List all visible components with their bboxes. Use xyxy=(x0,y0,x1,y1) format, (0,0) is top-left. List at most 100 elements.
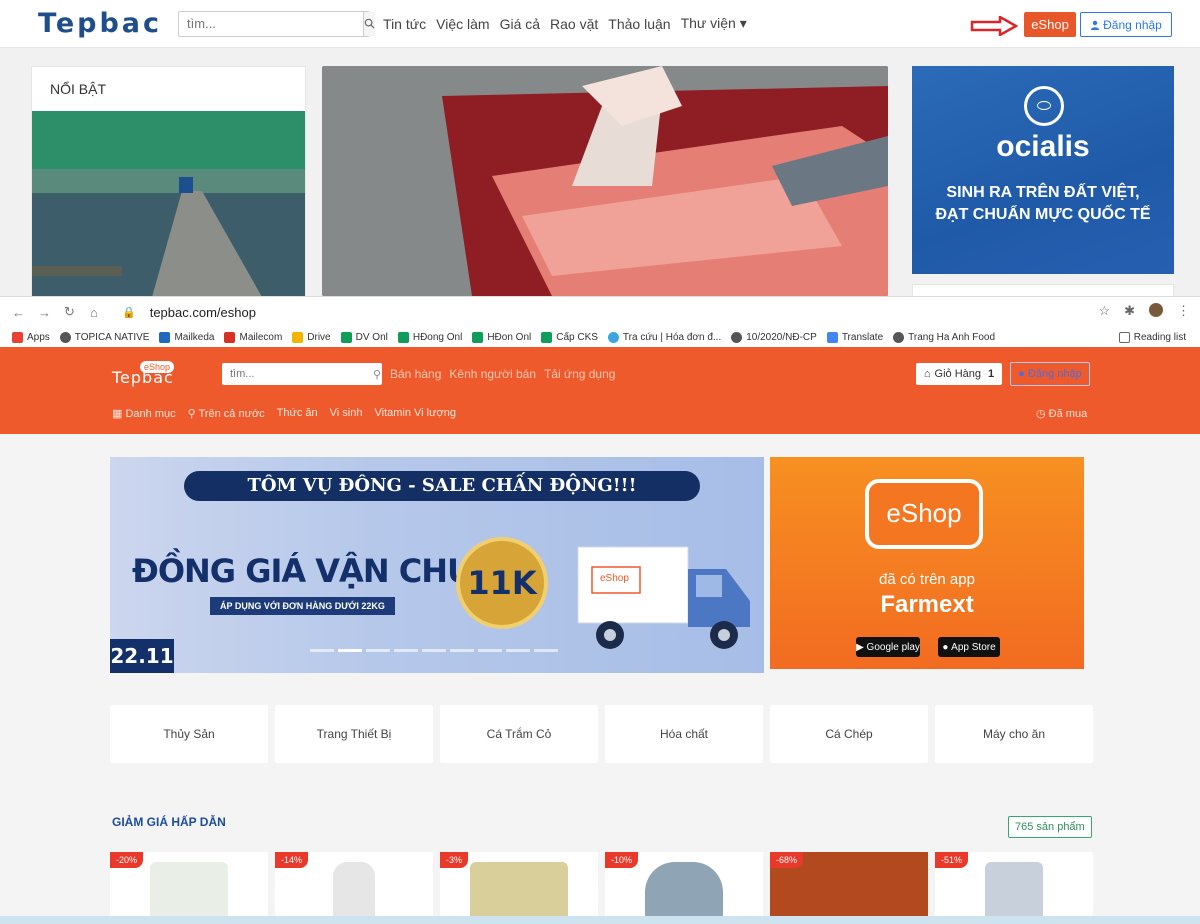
category-ca-chep[interactable]: Cá Chép xyxy=(770,705,928,763)
orders-link[interactable]: ◷ Đã mua xyxy=(1036,407,1087,420)
search-icon[interactable]: ⚲ xyxy=(372,368,382,381)
hero-image-fish-fillet[interactable] xyxy=(322,66,888,296)
login-button[interactable]: Đăng nhập xyxy=(1080,12,1172,37)
site-logo[interactable]: Tepbac xyxy=(38,8,162,39)
bookmark-dv-onl[interactable]: DV Onl xyxy=(340,332,388,343)
product-card[interactable]: -3% xyxy=(440,852,598,924)
carousel-dot[interactable] xyxy=(422,649,446,652)
product-card[interactable]: -20% xyxy=(110,852,268,924)
nav-thu-vien[interactable]: Thư viện ▾ xyxy=(681,15,747,32)
discount-badge: -20% xyxy=(110,852,144,868)
login-label: Đăng nhập xyxy=(1103,17,1162,32)
star-icon[interactable]: ☆ xyxy=(1098,303,1110,319)
product-card[interactable]: -51% xyxy=(935,852,1093,924)
profile-avatar[interactable] xyxy=(1149,303,1163,317)
bookmark-translate[interactable]: Translate xyxy=(826,332,883,343)
promo-available-text: đã có trên app xyxy=(879,571,975,588)
apple-icon: ● xyxy=(942,641,949,653)
product-card[interactable]: -68% xyxy=(770,852,928,924)
eshop-category-menu: ▦ Danh mục ⚲ Trên cả nước Thức ăn Vi sin… xyxy=(112,407,456,420)
carousel-dot[interactable] xyxy=(394,649,418,652)
globe-icon xyxy=(59,332,71,343)
bookmark-tra-cuu[interactable]: Tra cứu | Hóa đơn đ... xyxy=(607,332,721,343)
category-may-cho-an[interactable]: Máy cho ăn xyxy=(935,705,1093,763)
carousel-indicators[interactable] xyxy=(310,649,558,652)
bookmark-hdong-onl[interactable]: HĐong Onl xyxy=(397,332,462,343)
nav-kenh-nguoi-ban[interactable]: Kênh người bán xyxy=(449,367,536,381)
drive-icon xyxy=(292,332,304,343)
carousel-dot[interactable] xyxy=(478,649,502,652)
price-coin: 11K xyxy=(456,537,548,629)
bookmark-drive[interactable]: Drive xyxy=(292,332,331,343)
menu-tren-ca-nuoc[interactable]: ⚲ Trên cả nước xyxy=(188,407,265,420)
grid-icon xyxy=(12,332,23,343)
bookmark-trang-ha-anh[interactable]: Trang Ha Anh Food xyxy=(893,332,995,343)
nav-tin-tuc[interactable]: Tin tức xyxy=(383,16,426,32)
gmail-icon xyxy=(224,332,236,343)
category-trang-thiet-bi[interactable]: Trang Thiết Bị xyxy=(275,705,433,763)
cloud-icon xyxy=(607,332,619,343)
site-search-input[interactable] xyxy=(179,16,364,31)
product-grid: -20% -14% -3% -10% -68% -51% xyxy=(110,852,1093,924)
carousel-dot[interactable] xyxy=(310,649,334,652)
ad-ocialis[interactable]: ⬭ ocialis SINH RA TRÊN ĐẤT VIỆT, ĐẠT CHU… xyxy=(912,66,1174,274)
ad-line-1: SINH RA TRÊN ĐẤT VIỆT, xyxy=(946,184,1140,201)
bookmark-topica[interactable]: TOPICA NATIVE xyxy=(59,332,149,343)
category-hoa-chat[interactable]: Hóa chất xyxy=(605,705,763,763)
nav-viec-lam[interactable]: Việc làm xyxy=(436,16,489,32)
nav-thao-luan[interactable]: Thảo luận xyxy=(608,16,670,32)
cart-button[interactable]: ⌂ Giỏ Hàng 1 xyxy=(916,363,1002,385)
carousel-dot-active[interactable] xyxy=(338,649,362,652)
back-icon[interactable]: ← xyxy=(12,305,26,320)
category-ca-tram-co[interactable]: Cá Trắm Cỏ xyxy=(440,705,598,763)
home-icon[interactable]: ⌂ xyxy=(90,305,104,320)
menu-danh-muc[interactable]: ▦ Danh mục xyxy=(112,407,176,420)
forward-icon[interactable]: → xyxy=(38,305,52,320)
nav-ban-hang[interactable]: Bán hàng xyxy=(390,367,441,381)
category-thuy-san[interactable]: Thủy Sản xyxy=(110,705,268,763)
google-play-button[interactable]: ▶ Google play xyxy=(856,637,920,657)
discount-badge: -10% xyxy=(605,852,639,868)
arrow-right-icon xyxy=(970,16,1018,36)
eshop-search-input[interactable] xyxy=(222,368,372,380)
mail-icon xyxy=(159,332,171,343)
bookmark-cap-cks[interactable]: Cấp CKS xyxy=(541,332,598,343)
search-icon[interactable] xyxy=(363,11,376,36)
bookmark-reading-list[interactable]: Reading list xyxy=(1118,332,1186,343)
carousel-dot[interactable] xyxy=(450,649,474,652)
menu-vitamin[interactable]: Vitamin Vi lượng xyxy=(375,407,456,420)
address-bar: ← → ↻ ⌂ 🔒 tepbac.com/eshop ☆ ✱ ⋮ xyxy=(0,297,1200,327)
nav-tai-ung-dung[interactable]: Tải ứng dụng xyxy=(544,367,615,381)
bookmark-nd-cp[interactable]: 10/2020/NĐ-CP xyxy=(731,332,817,343)
sale-banner[interactable]: TÔM VỤ ĐÔNG - SALE CHẤN ĐỘNG!!! ĐỒNG GIÁ… xyxy=(110,457,764,673)
bookmark-mailecom[interactable]: Mailecom xyxy=(224,332,282,343)
lock-icon[interactable]: 🔒 xyxy=(122,306,136,319)
sale-section-heading: GIẢM GIÁ HẤP DẪN xyxy=(112,815,226,829)
menu-icon[interactable]: ⋮ xyxy=(1177,303,1190,319)
discount-badge: -68% xyxy=(770,852,804,868)
eshop-login-button[interactable]: ● Đăng nhập xyxy=(1010,362,1090,386)
bookmark-hdon-onl[interactable]: HĐon Onl xyxy=(472,332,531,343)
translate-icon xyxy=(826,332,838,343)
featured-card[interactable]: NỔI BẬT xyxy=(31,66,306,297)
bookmark-apps[interactable]: Apps xyxy=(12,332,50,343)
bookmark-mailkeda[interactable]: Mailkeda xyxy=(159,332,214,343)
product-card[interactable]: -10% xyxy=(605,852,763,924)
nav-gia-ca[interactable]: Giá cả xyxy=(500,16,540,32)
site-search-box xyxy=(178,10,376,37)
url-text[interactable]: tepbac.com/eshop xyxy=(150,305,256,320)
carousel-dot[interactable] xyxy=(366,649,390,652)
app-promo-banner[interactable]: eShop đã có trên app Farmext ▶ Google pl… xyxy=(770,457,1084,669)
carousel-dot[interactable] xyxy=(534,649,558,652)
menu-thuc-an[interactable]: Thức ăn xyxy=(277,407,318,420)
app-store-button[interactable]: ● App Store xyxy=(938,637,1000,657)
carousel-dot[interactable] xyxy=(506,649,530,652)
reload-icon[interactable]: ↻ xyxy=(64,304,78,320)
extensions-icon[interactable]: ✱ xyxy=(1124,303,1135,319)
nav-rao-vat[interactable]: Rao vặt xyxy=(550,16,598,32)
eshop-button[interactable]: eShop xyxy=(1024,12,1076,37)
product-count-button[interactable]: 765 sản phẩm xyxy=(1008,816,1092,838)
featured-image-shrimp-pond[interactable] xyxy=(32,111,305,297)
menu-vi-sinh[interactable]: Vi sinh xyxy=(330,407,363,420)
product-card[interactable]: -14% xyxy=(275,852,433,924)
